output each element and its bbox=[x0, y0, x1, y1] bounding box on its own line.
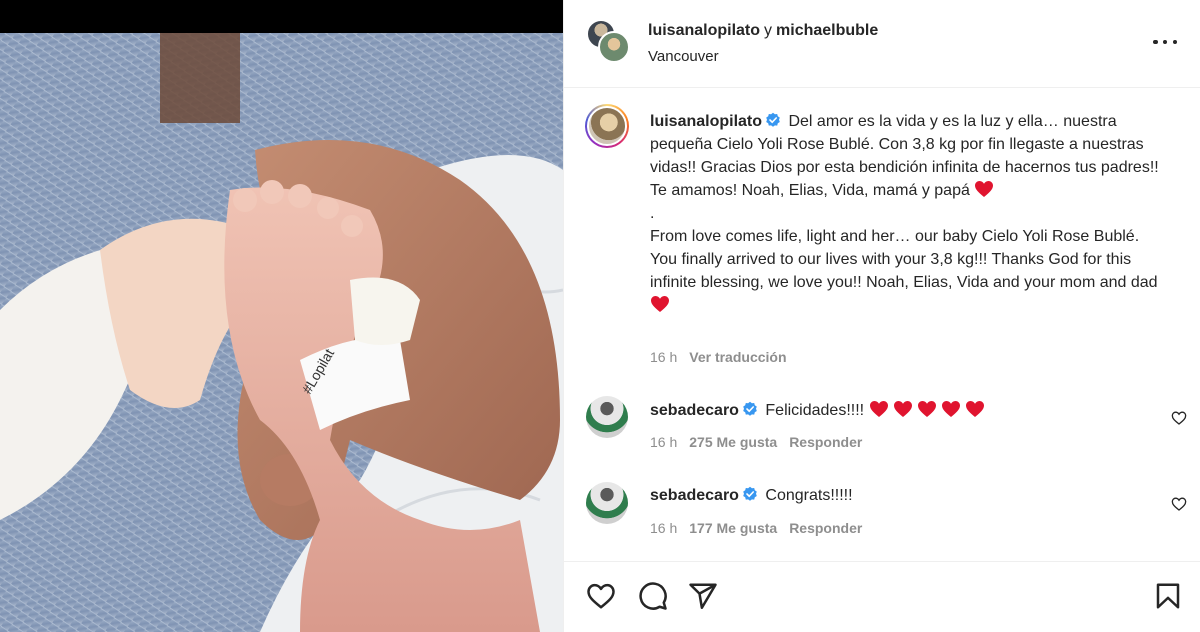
username-link[interactable]: luisanalopilato bbox=[648, 22, 760, 39]
verified-badge-icon bbox=[766, 112, 780, 127]
heart-icon bbox=[941, 401, 960, 417]
comment-text: sebadecaro Felicidades!!!! bbox=[650, 400, 989, 420]
username-link[interactable]: sebadecaro bbox=[650, 487, 739, 504]
comment-body: Felicidades!!!! bbox=[765, 402, 865, 419]
share-icon[interactable] bbox=[688, 581, 718, 611]
heart-icon bbox=[965, 401, 984, 417]
comment-text: sebadecaro Congrats!!!!! bbox=[650, 486, 853, 505]
verified-badge-icon bbox=[743, 401, 757, 416]
likes-count[interactable]: 177 Me gusta bbox=[689, 520, 777, 536]
post-detail-panel: luisanalopilato y michaelbuble Vancouver l… bbox=[563, 0, 1200, 632]
comment-item: sebadecaro Felicidades!!!! 16 h 275 Me gu… bbox=[564, 396, 1200, 466]
comment-meta: 16 h 275 Me gusta Responder bbox=[650, 434, 874, 450]
caption-separator: . bbox=[650, 205, 655, 222]
collab-usernames: luisanalopilato y michaelbuble bbox=[648, 22, 878, 40]
more-options-icon[interactable] bbox=[1153, 30, 1177, 54]
heart-icon bbox=[869, 401, 888, 417]
post-header: luisanalopilato y michaelbuble Vancouver bbox=[564, 0, 1200, 88]
caption-text: luisanalopilato Del amor es la vida y es… bbox=[650, 110, 1170, 317]
heart-icon bbox=[893, 401, 912, 417]
heart-icon bbox=[651, 296, 669, 312]
username-link[interactable]: sebadecaro bbox=[650, 402, 739, 419]
heart-icon bbox=[975, 181, 994, 197]
timestamp: 16 h bbox=[650, 434, 678, 450]
baby-foot-photo: #Lopilat bbox=[0, 0, 563, 632]
username-link[interactable]: michaelbuble bbox=[776, 22, 878, 39]
connector-text: y bbox=[764, 22, 773, 39]
action-bar bbox=[564, 561, 1200, 632]
comment-meta: 16 h 177 Me gusta Responder bbox=[650, 520, 874, 536]
caption-meta: 16 h Ver traducción bbox=[650, 349, 787, 365]
avatar[interactable] bbox=[586, 396, 628, 438]
caption-body-en: From love comes life, light and her… our… bbox=[650, 228, 1158, 291]
collab-avatars[interactable] bbox=[586, 19, 630, 63]
comment-body: Congrats!!!!! bbox=[765, 487, 853, 504]
timestamp: 16 h bbox=[650, 349, 678, 365]
avatar[interactable] bbox=[585, 104, 629, 148]
heart-icon bbox=[917, 401, 936, 417]
reply-button[interactable]: Responder bbox=[789, 434, 862, 450]
likes-count[interactable]: 275 Me gusta bbox=[689, 434, 777, 450]
heart-emojis bbox=[869, 401, 989, 419]
avatar[interactable] bbox=[586, 482, 628, 524]
heart-icon[interactable] bbox=[1171, 410, 1187, 426]
timestamp: 16 h bbox=[650, 520, 678, 536]
bookmark-icon[interactable] bbox=[1153, 581, 1183, 611]
reply-button[interactable]: Responder bbox=[789, 520, 862, 536]
avatar[interactable] bbox=[598, 31, 630, 63]
comment-item: sebadecaro Congrats!!!!! 16 h 177 Me gust… bbox=[564, 482, 1200, 552]
heart-icon[interactable] bbox=[1171, 496, 1187, 512]
comment-icon[interactable] bbox=[638, 581, 668, 611]
verified-badge-icon bbox=[743, 486, 757, 501]
like-button[interactable] bbox=[586, 581, 616, 611]
username-link[interactable]: luisanalopilato bbox=[650, 113, 762, 130]
post-photo[interactable]: #Lopilat bbox=[0, 0, 563, 632]
location-link[interactable]: Vancouver bbox=[648, 48, 719, 65]
see-translation-button[interactable]: Ver traducción bbox=[689, 349, 786, 365]
